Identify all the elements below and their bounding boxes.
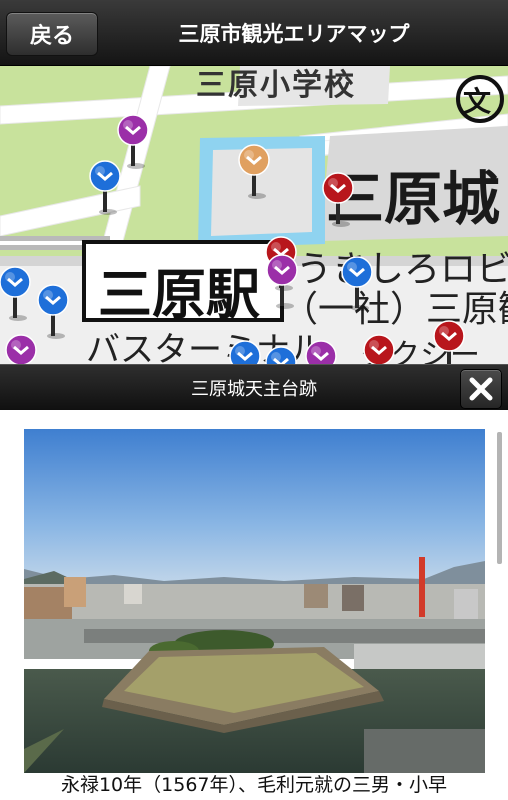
- map-pin-purple[interactable]: [4, 334, 38, 364]
- map-pin-icon: [341, 256, 373, 311]
- content-scrollbar[interactable]: [497, 432, 502, 564]
- tourist-map[interactable]: 三原小学校 文 三原城 三原駅 うきしろロビ （一社）三原観 バスターミナル タ…: [0, 66, 508, 364]
- school-symbol-icon: 文: [463, 85, 492, 118]
- map-pin-purple[interactable]: [265, 254, 299, 310]
- popup-title: 三原城天主台跡: [191, 379, 317, 400]
- map-pin-blue[interactable]: [340, 256, 374, 312]
- map-pin-purple[interactable]: [304, 340, 338, 364]
- map-pin-icon: [229, 340, 261, 364]
- map-label-station: 三原駅: [98, 263, 260, 326]
- map-pin-icon: [265, 346, 297, 364]
- map-pin-icon: [433, 320, 465, 364]
- map-pin-red[interactable]: [362, 334, 396, 364]
- map-pin-icon: [5, 334, 37, 364]
- map-pin-icon: [89, 160, 121, 215]
- map-pin-icon: [266, 254, 298, 309]
- popup-title-bar: 三原城天主台跡: [0, 364, 508, 410]
- map-pin-icon: [305, 340, 337, 364]
- back-button[interactable]: 戻る: [6, 12, 98, 56]
- map-pin-red[interactable]: [432, 320, 466, 364]
- map-pin-blue[interactable]: [88, 160, 122, 216]
- map-pin-blue[interactable]: [0, 266, 32, 322]
- map-pin-icon: [322, 172, 354, 227]
- map-pin-red[interactable]: [321, 172, 355, 228]
- spot-photo: [24, 429, 485, 773]
- map-pin-icon: [363, 334, 395, 364]
- map-pin-icon: [0, 266, 31, 321]
- map-pin-icon: [37, 284, 69, 339]
- app-header: 戻る 三原市観光エリアマップ: [0, 0, 508, 66]
- map-pin-blue[interactable]: [228, 340, 262, 364]
- map-pin-blue[interactable]: [264, 346, 298, 364]
- spot-description: 永禄10年（1567年）、毛利元就の三男・小早: [60, 774, 448, 796]
- map-pin-blue[interactable]: [36, 284, 70, 340]
- close-icon: [469, 377, 493, 401]
- map-pin-icon: [238, 144, 270, 199]
- map-label-school: 三原小学校: [196, 68, 356, 103]
- close-button[interactable]: [460, 369, 502, 409]
- spot-detail-panel[interactable]: 永禄10年（1567年）、毛利元就の三男・小早: [0, 410, 508, 800]
- app-title: 三原市観光エリアマップ: [178, 22, 410, 46]
- map-pin-orange-selected[interactable]: [237, 144, 271, 200]
